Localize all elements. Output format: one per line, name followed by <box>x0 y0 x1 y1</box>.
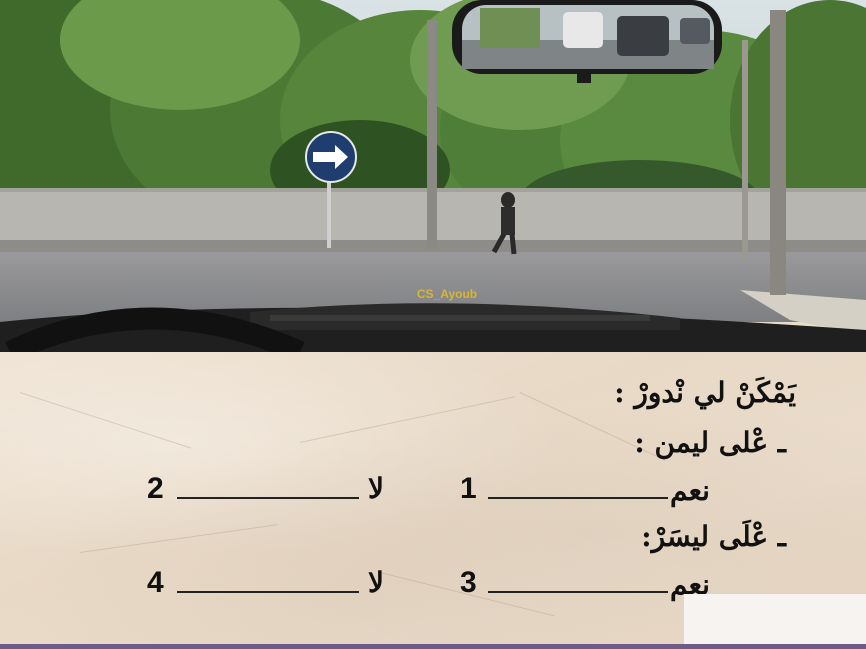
blank-patch <box>684 594 866 649</box>
right-turn-no-label: لا <box>368 472 384 505</box>
option-number-4: 4 <box>147 566 164 599</box>
answer-line-3[interactable] <box>488 591 668 593</box>
right-turn-heading: ـ عْلى ليمن : <box>634 426 786 459</box>
right-turn-yes-label: نعم <box>670 474 710 507</box>
mirror-car-white <box>563 12 603 48</box>
option-number-1: 1 <box>460 472 477 505</box>
option-number-2: 2 <box>147 472 164 505</box>
quiz-panel: يَمْكَنْ لي نْدورْ : ـ عْلى ليمن : 2 لا … <box>0 352 866 649</box>
mirror-car-dark <box>617 16 669 56</box>
answer-line-2[interactable] <box>177 497 359 499</box>
question-text: يَمْكَنْ لي نْدورْ : <box>614 376 796 409</box>
driving-scene-photo: CS_Ayoub <box>0 0 866 352</box>
answer-line-1[interactable] <box>488 497 668 499</box>
bottom-border <box>0 644 866 649</box>
left-turn-no-label: لا <box>368 566 384 599</box>
lamp-pole <box>427 20 437 250</box>
left-turn-heading: ـ عْلَى ليسَرْ: <box>641 520 786 553</box>
dashboard-watermark: CS_Ayoub <box>417 287 477 301</box>
rear-view-mirror <box>452 0 722 83</box>
utility-pole <box>770 10 786 295</box>
answer-line-4[interactable] <box>177 591 359 593</box>
option-number-3: 3 <box>460 566 477 599</box>
